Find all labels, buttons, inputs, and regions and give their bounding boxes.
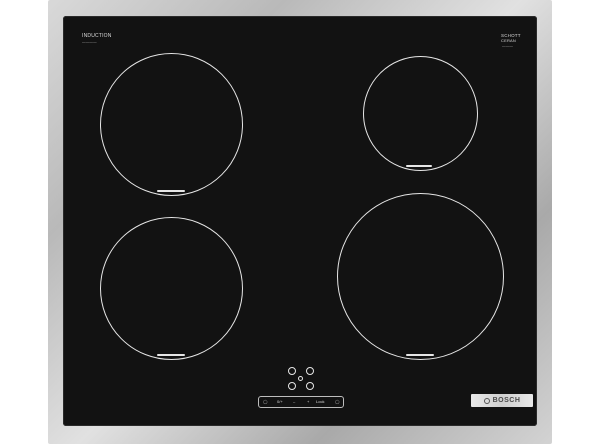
zone-marker-top-left [157, 190, 185, 192]
minus-button[interactable]: – [293, 399, 295, 405]
zone-marker-bottom-left [157, 354, 185, 356]
zone-select-bottom-left-button[interactable] [288, 382, 296, 390]
cooking-zone-front-left[interactable] [100, 53, 243, 196]
zone-select-center [298, 376, 303, 381]
brand-name: BOSCH [492, 397, 521, 404]
plus-button[interactable]: + [307, 399, 309, 405]
induction-sublabel: ———— [82, 40, 97, 44]
lock-button[interactable]: Lock [316, 399, 324, 405]
bosch-logo-icon [483, 397, 490, 404]
touch-control-bar: ◯ 0/+ – + Lock ◯ [258, 396, 344, 408]
zone-select-bottom-right-button[interactable] [306, 382, 314, 390]
zone-marker-bottom-right [406, 354, 434, 356]
ceran-label: CERAN [501, 38, 517, 43]
cooking-zone-left[interactable] [100, 217, 243, 360]
brand-plate: BOSCH [471, 394, 533, 407]
ceran-sublabel: ——— [502, 44, 514, 48]
cooking-zone-rear-right[interactable] [363, 56, 478, 171]
zone-marker-top-right [406, 165, 432, 167]
control-item-2[interactable]: 0/+ [277, 399, 283, 405]
power-icon[interactable]: ◯ [263, 399, 267, 405]
induction-label: INDUCTION [82, 33, 112, 39]
cooking-zone-front-right[interactable] [337, 193, 504, 360]
zone-select-top-right-button[interactable] [306, 367, 314, 375]
zone-select-top-left-button[interactable] [288, 367, 296, 375]
timer-icon[interactable]: ◯ [335, 399, 339, 405]
